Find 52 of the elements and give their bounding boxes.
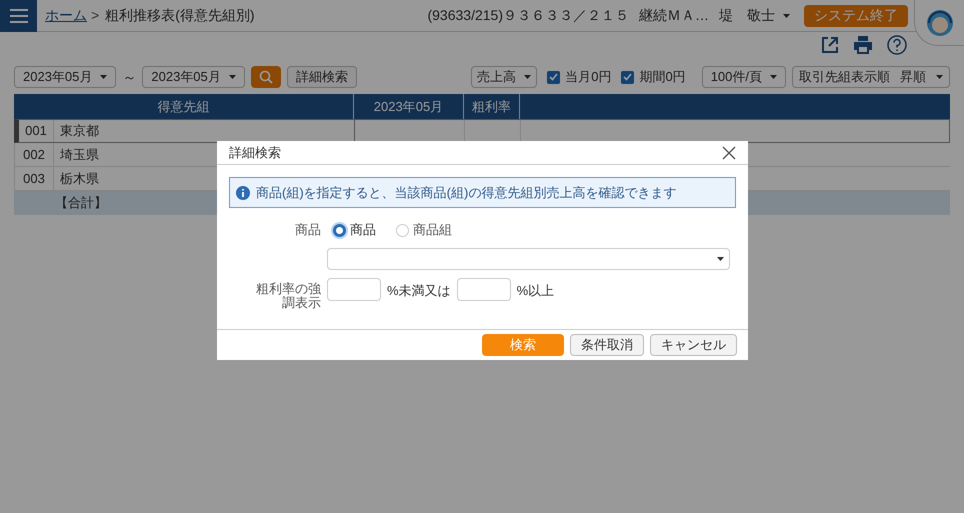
breadcrumb-separator: > bbox=[91, 6, 100, 25]
code-cell: 003 bbox=[15, 167, 54, 190]
below-suffix: %未満又は bbox=[387, 282, 451, 300]
close-icon[interactable] bbox=[722, 146, 736, 160]
caret-icon bbox=[717, 257, 724, 261]
print-icon[interactable] bbox=[853, 36, 873, 54]
checkbox[interactable] bbox=[621, 70, 634, 84]
help-icon[interactable] bbox=[887, 35, 907, 55]
caret-icon bbox=[228, 75, 236, 79]
assistant-icon[interactable] bbox=[914, 0, 964, 46]
radio-label: 商品 bbox=[350, 221, 376, 240]
from-month-select[interactable]: 2023年05月 bbox=[14, 66, 116, 88]
checkbox[interactable] bbox=[547, 70, 560, 84]
dialog-title: 詳細検索 bbox=[229, 144, 281, 162]
caret-icon bbox=[783, 14, 790, 18]
account-text: (93633/215)９３６３３／２１５ bbox=[427, 6, 629, 25]
highlight-label: 粗利率の強調表示 bbox=[255, 280, 321, 310]
dialog-button[interactable]: 条件取消 bbox=[570, 334, 644, 356]
product-label: 商品 bbox=[294, 221, 321, 240]
home-link[interactable]: ホーム bbox=[45, 5, 87, 26]
caret-icon bbox=[936, 75, 943, 79]
dialog-button[interactable]: キャンセル bbox=[650, 334, 737, 356]
menu-button[interactable] bbox=[0, 0, 37, 32]
page-size-select[interactable]: 100件/頁 bbox=[702, 66, 786, 88]
caret-icon bbox=[100, 75, 108, 79]
radio-label: 商品組 bbox=[413, 221, 452, 240]
above-input[interactable] bbox=[456, 278, 511, 301]
measure-select[interactable]: 売上高 bbox=[471, 66, 538, 88]
code-cell: 001 bbox=[19, 120, 54, 142]
company-text: 継続ＭＡ… bbox=[639, 6, 709, 25]
radio-button[interactable] bbox=[333, 224, 346, 236]
page-title: 粗利推移表(得意先組別) bbox=[105, 6, 255, 25]
table-row[interactable]: 001 東京都 bbox=[14, 119, 950, 143]
info-icon bbox=[236, 186, 250, 200]
code-cell: 002 bbox=[15, 143, 54, 166]
to-month-select[interactable]: 2023年05月 bbox=[142, 66, 245, 88]
total-label: 【合計】 bbox=[54, 194, 107, 212]
search-icon bbox=[258, 70, 273, 84]
sort-text: 取引先組表示順 bbox=[799, 68, 890, 86]
export-icon[interactable] bbox=[821, 36, 839, 54]
checkbox-label: 当月0円 bbox=[565, 68, 612, 86]
checkbox-label: 期間0円 bbox=[639, 68, 686, 86]
below-input[interactable] bbox=[327, 278, 381, 301]
sort-select[interactable]: 取引先組表示順 昇順 bbox=[792, 66, 950, 88]
range-separator: ～ bbox=[122, 68, 136, 86]
user-menu[interactable]: 堤 敬士 bbox=[719, 5, 790, 26]
caret-icon bbox=[524, 75, 532, 79]
detail-search-button[interactable]: 詳細検索 bbox=[286, 66, 357, 88]
caret-icon bbox=[770, 75, 777, 79]
menu-icon bbox=[10, 8, 28, 22]
order-text: 昇順 bbox=[900, 68, 926, 86]
above-suffix: %以上 bbox=[516, 282, 554, 300]
